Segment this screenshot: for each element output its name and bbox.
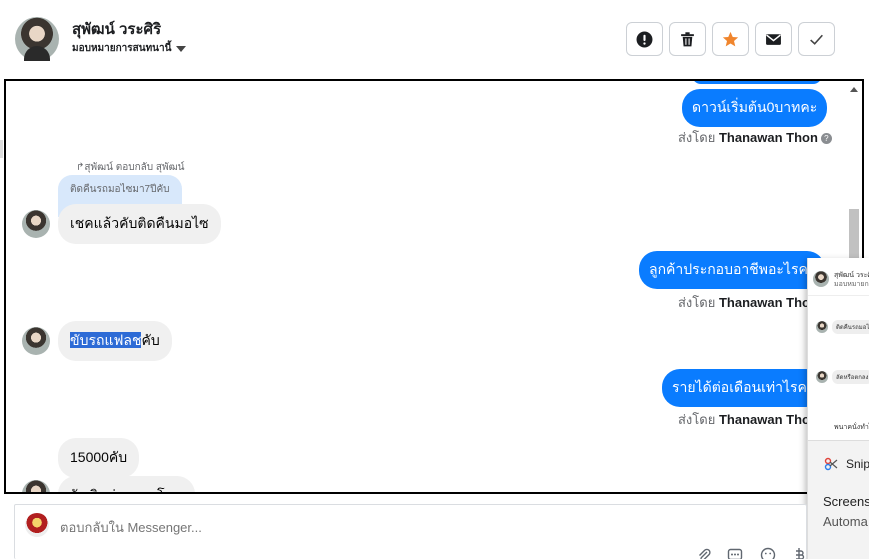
delete-button[interactable] [669,22,706,56]
sent-by-label: ส่งโดย Thanawan Thon [678,292,818,313]
outgoing-message[interactable]: ดาวน์เริ่มต้น0บาทคะ [682,89,828,127]
sent-by-label: ส่งโดย Thanawan Thon? [678,127,832,148]
currency-icon[interactable] [791,547,807,559]
popup-header: สุพัฒน์ วระศิ มอบหมายการ [808,258,869,296]
scroll-thumb[interactable] [849,209,859,261]
outgoing-message[interactable]: ลูกค้าประกอบอาชีพอะไรคะ [639,251,826,289]
popup-avatar [816,321,828,333]
caret-down-icon [176,45,187,52]
assign-label: มอบหมายการสนทนานี้ [72,43,172,54]
reply-input[interactable] [60,520,660,535]
outgoing-message[interactable]: รายได้ต่อเดือนเท่าไรคะ [662,369,825,407]
reply-note-text: สุพัฒน์ ตอบกลับ สุพัฒน์ [84,162,185,173]
sender-avatar [22,480,50,492]
incoming-message[interactable]: 15000คับ [58,438,140,478]
sender-avatar [22,327,50,355]
popup-avatar [813,271,829,287]
envelope-icon [766,33,781,45]
popup-message: พนาคนั่งทำไร [834,424,869,431]
sent-by-label: ส่งโดย Thanawan Thon [678,409,818,430]
snipping-tool-notification[interactable]: Snip Screens Automa [808,440,869,559]
popup-message: ติดคืนรถมอไซ [832,320,869,334]
message-text: คับ [141,332,160,348]
attachment-icon[interactable] [696,547,712,559]
page-avatar [25,513,49,537]
exclamation-circle-icon [636,31,653,47]
popup-assign-label: มอบหมายการ [834,281,869,288]
sender-name: Thanawan Thon [718,412,818,427]
emoji-icon[interactable] [760,547,776,559]
sent-by-prefix: ส่งโดย [678,295,716,310]
selected-text: ขับรถแฟลช [70,332,142,348]
left-edge-marker [0,140,3,158]
popup-avatar [816,371,828,383]
popup-message: ลัดหรือตกลง [832,370,869,384]
snipping-tool-icon [824,457,838,471]
sent-by-prefix: ส่งโดย [678,412,716,427]
message-thread[interactable]: ดาวน์เริ่มต้น0บาทคะ ส่งโดย Thanawan Thon… [4,79,864,494]
sent-by-prefix: ส่งโดย [678,130,716,145]
saved-replies-icon[interactable] [727,547,743,559]
sender-name: Thanawan Thon [718,295,818,310]
check-icon [810,34,823,45]
incoming-message[interactable]: เชคแล้วคับติดคืนมอไซ [58,204,221,244]
previous-message-bubble [692,81,822,84]
snip-text: Screens [823,494,869,509]
trash-icon [681,31,694,46]
incoming-message[interactable]: ขับรถแฟลชคับ [58,321,172,361]
help-icon[interactable]: ? [820,133,832,144]
mark-done-button[interactable] [798,22,835,56]
reply-composer [14,504,807,559]
conversation-header: สุพัฒน์ วระศิริ มอบหมายการสนทนานี้ [0,0,869,78]
report-spam-button[interactable] [626,22,663,56]
scroll-up-arrow-icon[interactable] [850,87,858,92]
reply-note: ↱สุพัฒน์ ตอบกลับ สุพัฒน์ [76,160,184,175]
snip-subtext: Automa [823,514,868,529]
contact-name[interactable]: สุพัฒน์ วระศิริ [72,17,161,41]
snip-title: Snip [846,457,869,471]
sender-avatar [22,210,50,238]
sender-name: Thanawan Thon [718,130,818,145]
preview-popup[interactable]: สุพัฒน์ วระศิ มอบหมายการ ติดคืนรถมอไซ ลั… [807,258,869,559]
star-button[interactable] [712,22,749,56]
mark-unread-button[interactable] [755,22,792,56]
incoming-message[interactable]: รับเงินผ่านการโอน [58,476,195,492]
star-icon [722,31,739,46]
contact-avatar[interactable] [15,17,59,61]
assign-conversation-dropdown[interactable]: มอบหมายการสนทนานี้ [72,41,187,56]
